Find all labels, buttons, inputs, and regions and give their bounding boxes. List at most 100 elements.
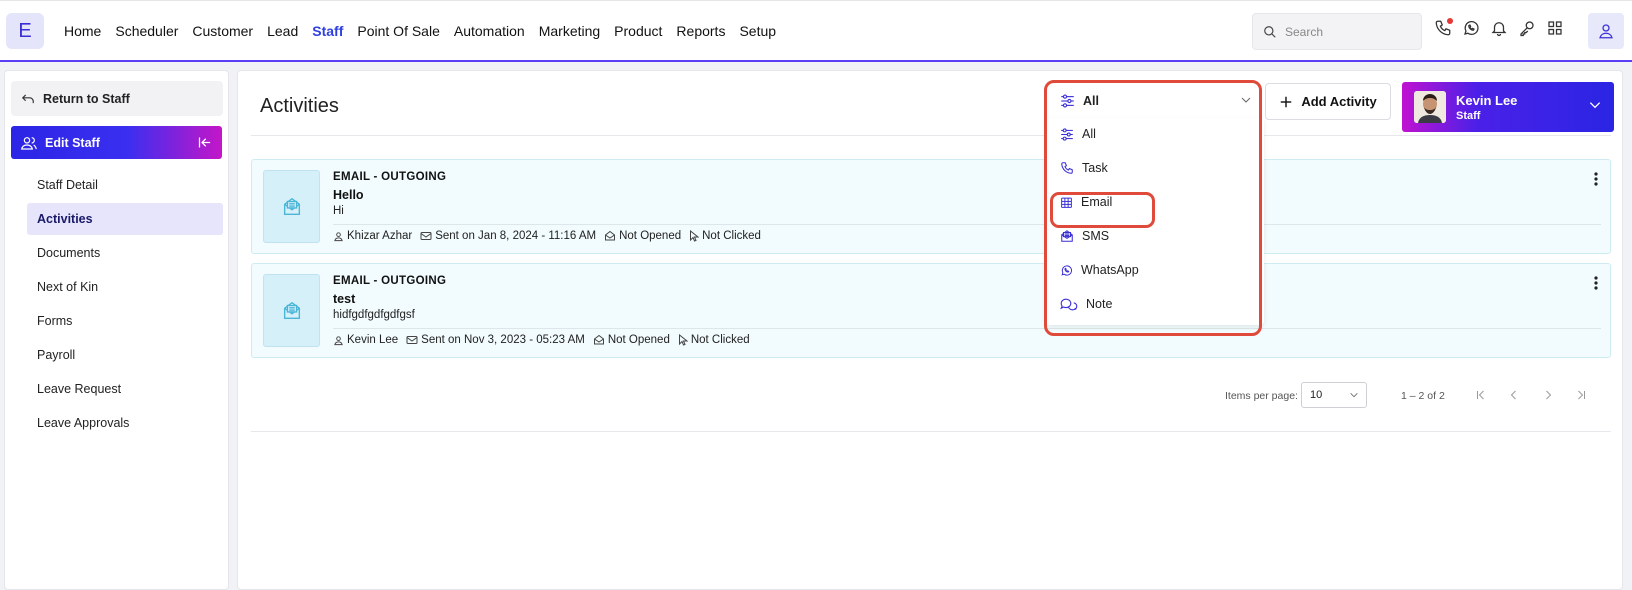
bell-icon[interactable] bbox=[1490, 19, 1508, 37]
add-activity-button[interactable]: Add Activity bbox=[1265, 83, 1391, 120]
user-menu-button[interactable] bbox=[1588, 13, 1624, 49]
logo-letter: E bbox=[18, 19, 32, 42]
nav-marketing[interactable]: Marketing bbox=[539, 23, 600, 39]
prev-page-button[interactable] bbox=[1505, 386, 1523, 404]
items-per-page-select[interactable]: 10 bbox=[1301, 382, 1367, 408]
chevron-right-icon bbox=[1546, 390, 1552, 400]
arrow-back-icon bbox=[21, 94, 34, 103]
top-navbar: E Home Scheduler Customer Lead Staff Poi… bbox=[0, 0, 1632, 62]
main-nav: Home Scheduler Customer Lead Staff Point… bbox=[64, 1, 790, 61]
more-options-icon[interactable] bbox=[1594, 276, 1598, 290]
profile-text: Kevin Lee Staff bbox=[1456, 93, 1517, 122]
user-icon bbox=[334, 335, 343, 345]
activity-body: hidfgdfgdfgdfgsf bbox=[333, 309, 415, 321]
meta-clicked-status: Not Clicked bbox=[690, 334, 750, 346]
divider bbox=[251, 135, 1611, 136]
filter-option-all[interactable]: All bbox=[1060, 120, 1240, 148]
key-icon[interactable] bbox=[1518, 19, 1536, 37]
sidebar-item-staff-detail[interactable]: Staff Detail bbox=[27, 169, 223, 201]
avatar bbox=[1414, 91, 1446, 123]
nav-customer[interactable]: Customer bbox=[192, 23, 253, 39]
chat-icon bbox=[1060, 298, 1078, 311]
activity-card[interactable]: EMAIL - OUTGOING test hidfgdfgdfgdfgsf K… bbox=[251, 263, 1611, 358]
activity-filter-select[interactable]: All bbox=[1046, 83, 1264, 118]
chevron-down-icon bbox=[1241, 97, 1251, 103]
sidebar-item-activities[interactable]: Activities bbox=[27, 203, 223, 235]
phone-icon[interactable] bbox=[1434, 18, 1453, 37]
main-panel: Activities All Add Activity Kevin Lee St… bbox=[237, 70, 1623, 590]
meta-user: Khizar Azhar bbox=[333, 230, 412, 242]
nav-home[interactable]: Home bbox=[64, 23, 101, 39]
meta-user: Kevin Lee bbox=[333, 334, 398, 346]
items-per-page-label: Items per page: bbox=[1225, 390, 1298, 402]
filter-option-task[interactable]: Task bbox=[1060, 154, 1240, 182]
activity-card[interactable]: EMAIL - OUTGOING Hello Hi Khizar Azhar S… bbox=[251, 159, 1611, 254]
whatsapp-icon[interactable] bbox=[1462, 19, 1480, 37]
page-title: Activities bbox=[260, 95, 339, 117]
activity-body: Hi bbox=[333, 205, 344, 217]
filter-option-sms[interactable]: SMS bbox=[1060, 222, 1240, 250]
email-thumbnail bbox=[263, 170, 320, 243]
paginator: Items per page: 10 1 – 2 of 2 bbox=[238, 381, 1624, 411]
activity-type: EMAIL - OUTGOING bbox=[333, 275, 447, 287]
phone-icon bbox=[1061, 162, 1073, 174]
nav-scheduler[interactable]: Scheduler bbox=[115, 23, 178, 39]
activity-meta: Khizar Azhar Sent on Jan 8, 2024 - 11:16… bbox=[333, 230, 761, 242]
activity-type: EMAIL - OUTGOING bbox=[333, 171, 447, 183]
activity-subject: test bbox=[333, 292, 356, 306]
nav-setup[interactable]: Setup bbox=[739, 23, 776, 39]
divider bbox=[333, 328, 1601, 329]
nav-product[interactable]: Product bbox=[614, 23, 662, 39]
collapse-sidebar-icon[interactable] bbox=[197, 135, 212, 150]
chevron-down-icon bbox=[1350, 393, 1358, 398]
sidebar-item-forms[interactable]: Forms bbox=[27, 305, 223, 337]
activity-subject: Hello bbox=[333, 188, 364, 202]
filter-option-whatsapp[interactable]: WhatsApp bbox=[1060, 256, 1240, 284]
meta-clicked-status: Not Clicked bbox=[702, 230, 761, 242]
next-page-button[interactable] bbox=[1539, 386, 1557, 404]
profile-role: Staff bbox=[1456, 109, 1481, 122]
meta-opened-status: Not Opened bbox=[607, 334, 670, 346]
nav-lead[interactable]: Lead bbox=[267, 23, 298, 39]
more-options-icon[interactable] bbox=[1594, 172, 1598, 186]
app-logo[interactable]: E bbox=[6, 13, 44, 49]
profile-name: Kevin Lee bbox=[1456, 92, 1518, 108]
meta-sent: Sent on Jan 8, 2024 - 11:16 AM bbox=[420, 230, 596, 242]
mail-icon bbox=[406, 336, 418, 344]
page-range: 1 – 2 of 2 bbox=[1401, 390, 1445, 402]
sidebar-item-leave-approvals[interactable]: Leave Approvals bbox=[27, 407, 223, 439]
chevron-down-icon bbox=[1589, 102, 1601, 109]
edit-staff-header: Edit Staff bbox=[11, 126, 222, 159]
meta-opened: Not Opened bbox=[593, 334, 670, 346]
filter-sliders-icon bbox=[1061, 94, 1074, 107]
mail-icon bbox=[420, 232, 432, 240]
cursor-icon bbox=[678, 334, 688, 346]
meta-opened-status: Not Opened bbox=[619, 230, 682, 242]
nav-reports[interactable]: Reports bbox=[676, 23, 725, 39]
meta-user-name: Khizar Azhar bbox=[347, 230, 413, 242]
last-page-icon bbox=[1578, 390, 1585, 400]
return-to-staff-button[interactable]: Return to Staff bbox=[11, 81, 223, 116]
staff-profile-card[interactable]: Kevin Lee Staff bbox=[1402, 82, 1614, 132]
notification-dot bbox=[1447, 18, 1453, 24]
activity-filter-dropdown: All Task Email SMS WhatsApp Note bbox=[1046, 118, 1264, 325]
sidebar-item-leave-request[interactable]: Leave Request bbox=[27, 373, 223, 405]
sidebar-item-documents[interactable]: Documents bbox=[27, 237, 223, 269]
first-page-button[interactable] bbox=[1472, 386, 1490, 404]
search-input[interactable] bbox=[1285, 24, 1415, 39]
add-activity-label: Add Activity bbox=[1301, 94, 1377, 109]
nav-automation[interactable]: Automation bbox=[454, 23, 525, 39]
filter-option-note[interactable]: Note bbox=[1060, 290, 1240, 318]
sidebar-item-next-of-kin[interactable]: Next of Kin bbox=[27, 271, 223, 303]
filter-option-email[interactable]: Email bbox=[1060, 188, 1240, 216]
sidebar-item-payroll[interactable]: Payroll bbox=[27, 339, 223, 371]
last-page-button[interactable] bbox=[1572, 386, 1590, 404]
cursor-icon bbox=[690, 230, 700, 242]
user-icon bbox=[334, 231, 343, 241]
nav-staff[interactable]: Staff bbox=[312, 23, 343, 39]
search-box[interactable] bbox=[1252, 13, 1422, 50]
sms-icon bbox=[1061, 230, 1073, 242]
nav-point-of-sale[interactable]: Point Of Sale bbox=[357, 23, 440, 39]
option-label: WhatsApp bbox=[1081, 263, 1139, 277]
apps-grid-icon[interactable] bbox=[1546, 19, 1564, 37]
